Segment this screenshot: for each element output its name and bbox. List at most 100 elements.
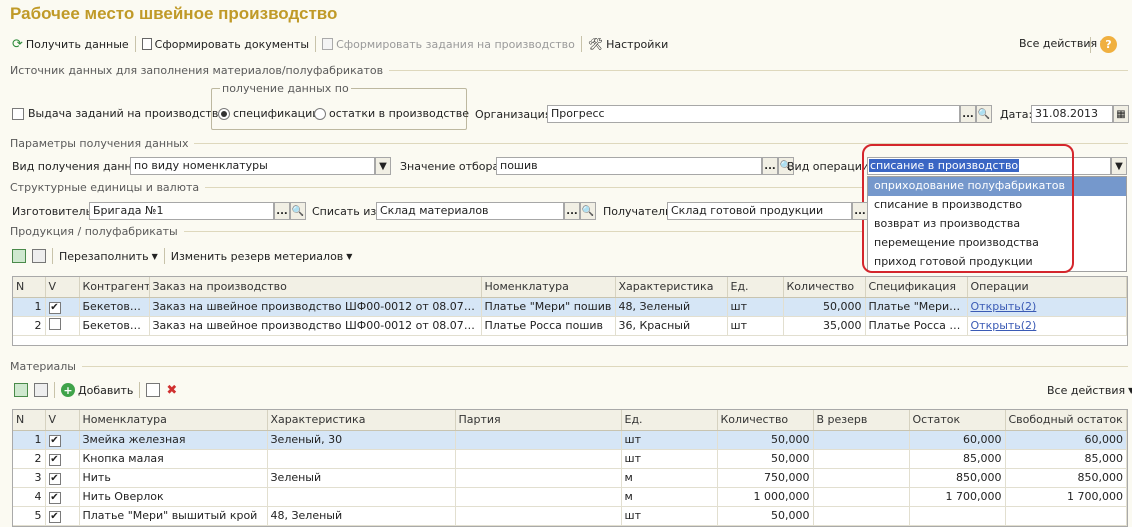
radio-specification[interactable]: спецификации [218,107,319,120]
checkbox-box[interactable] [12,107,24,120]
search-icon[interactable]: 🔍 [290,202,306,220]
materials-table: N V Номенклатура Характеристика Партия Е… [12,409,1128,527]
row-checkbox[interactable]: ✔ [48,510,61,523]
cell [813,487,910,507]
column-header[interactable]: Номенклатура [481,277,616,298]
toolbar-separator [163,248,165,264]
maker-select-button[interactable]: ... [274,202,290,220]
table-row[interactable]: 4 ✔ Нить Оверлок м 1 000,000 1 700,000 1… [13,487,1127,507]
cell: 1 000,000 [717,487,814,507]
deselect-all-icon[interactable] [32,249,46,263]
column-header[interactable]: N [13,410,46,431]
organization-select-button[interactable]: ... [960,105,976,123]
cell: Платье "Мери" вышитый крой [79,506,268,526]
writeoff-field[interactable]: Склад материалов [376,202,564,220]
column-header[interactable]: Заказ на производство [149,277,482,298]
form-documents-button[interactable]: Сформировать документы [141,38,309,51]
row-checkbox[interactable]: ✔ [48,453,61,466]
cell [267,487,456,507]
table-row[interactable]: 3 ✔ Нить Зеленый м 750,000 850,000 850,0… [13,468,1127,488]
cell: 2 [13,316,46,336]
chevron-down-icon[interactable]: ▼ [1111,157,1127,175]
settings-button[interactable]: 🛠 Настройки [588,37,668,51]
window-title: Рабочее место швейное производство [10,4,338,23]
row-checkbox[interactable] [48,318,61,330]
column-header[interactable]: Количество [783,277,866,298]
open-operations-link[interactable]: Открыть(2) [971,319,1037,332]
cell: шт [621,506,718,526]
organization-field[interactable]: Прогресс [547,105,960,123]
row-checkbox[interactable]: ✔ [48,491,61,504]
writeoff-select-button[interactable]: ... [564,202,580,220]
calendar-icon[interactable]: ▦ [1113,105,1129,123]
column-header[interactable]: Операции [967,277,1127,298]
table-row[interactable]: 2 Бекетова ... Заказ на швейное производ… [13,316,1127,336]
search-icon[interactable]: 🔍 [580,202,596,220]
table-row[interactable]: 1 ✔ Змейка железная Зеленый, 30 шт 50,00… [13,430,1127,450]
issue-tasks-checkbox[interactable]: Выдача заданий на производство [12,107,225,120]
column-header[interactable]: Остаток [909,410,1006,431]
mode-field[interactable]: по виду номенклатуры [130,157,375,175]
receiver-field[interactable]: Склад готовой продукции [667,202,852,220]
help-button[interactable]: ? [1100,36,1117,53]
form-tasks-button[interactable]: Сформировать задания на производство [322,38,575,51]
cell: 750,000 [717,468,814,488]
cell [813,430,910,450]
receiver-select-button[interactable]: ... [852,202,868,220]
filter-select-button[interactable]: ... [762,157,778,175]
column-header[interactable]: Номенклатура [79,410,268,431]
column-header[interactable]: Количество [717,410,814,431]
main-toolbar: ⟳ Получить данные Сформировать документы… [12,36,668,52]
cell: 60,000 [909,430,1006,450]
column-header[interactable]: V [45,410,80,431]
radio-remains[interactable]: остатки в производстве [314,107,469,120]
table-row[interactable]: 5 ✔ Платье "Мери" вышитый крой 48, Зелен… [13,506,1127,526]
select-all-icon[interactable] [12,249,26,263]
select-all-icon[interactable] [14,383,28,397]
open-operations-link[interactable]: Открыть(2) [971,300,1037,313]
radio-button[interactable] [218,107,230,120]
all-actions-menu[interactable]: Все действия ▼ [1019,37,1106,50]
column-header[interactable]: Контрагент [79,277,150,298]
copy-icon[interactable] [146,383,161,397]
cell [455,468,622,488]
chevron-down-icon[interactable]: ▼ [375,157,391,175]
toolbar-separator [315,36,317,52]
column-header[interactable]: Партия [455,410,622,431]
column-header[interactable]: Характеристика [615,277,728,298]
row-checkbox[interactable]: ✔ [48,301,61,314]
table-row[interactable]: 1 ✔ Бекетова ... Заказ на швейное произв… [13,297,1127,317]
cell: 1 [13,430,46,450]
table-header: N V Номенклатура Характеристика Партия Е… [13,410,1127,431]
row-checkbox[interactable]: ✔ [48,472,61,485]
column-header[interactable]: В резерв [813,410,910,431]
column-header[interactable]: V [45,277,80,298]
materials-group-header: Материалы [10,360,1128,373]
maker-field[interactable]: Бригада №1 [89,202,274,220]
radio-button[interactable] [314,107,326,120]
add-button[interactable]: + Добавить [61,383,133,397]
column-header[interactable]: Спецификация [865,277,968,298]
column-header[interactable]: Свободный остаток [1005,410,1127,431]
cell: 1 [13,297,46,317]
date-field[interactable]: 31.08.2013 [1031,105,1113,123]
column-header[interactable]: N [13,277,46,298]
cell: 50,000 [717,449,814,469]
cell [1005,506,1127,526]
materials-all-actions-menu[interactable]: Все действия ▼ [1047,384,1132,397]
column-header[interactable]: Ед. [727,277,784,298]
get-data-button[interactable]: ⟳ Получить данные [12,37,129,52]
cell: ✔ [45,449,80,469]
table-row[interactable]: 2 ✔ Кнопка малая шт 50,000 85,000 85,000 [13,449,1127,469]
cell: Открыть(2) [967,297,1127,317]
change-reserve-button[interactable]: Изменить резерв метериалов ▼ [171,250,353,263]
writeoff-label: Списать из: [312,205,380,218]
delete-icon[interactable]: ✖ [166,383,177,398]
column-header[interactable]: Ед. [621,410,718,431]
refill-button[interactable]: Перезаполнить ▼ [59,250,158,263]
row-checkbox[interactable]: ✔ [48,434,61,447]
deselect-all-icon[interactable] [34,383,48,397]
search-icon[interactable]: 🔍 [976,105,992,123]
filter-field[interactable]: пошив [496,157,762,175]
column-header[interactable]: Характеристика [267,410,456,431]
